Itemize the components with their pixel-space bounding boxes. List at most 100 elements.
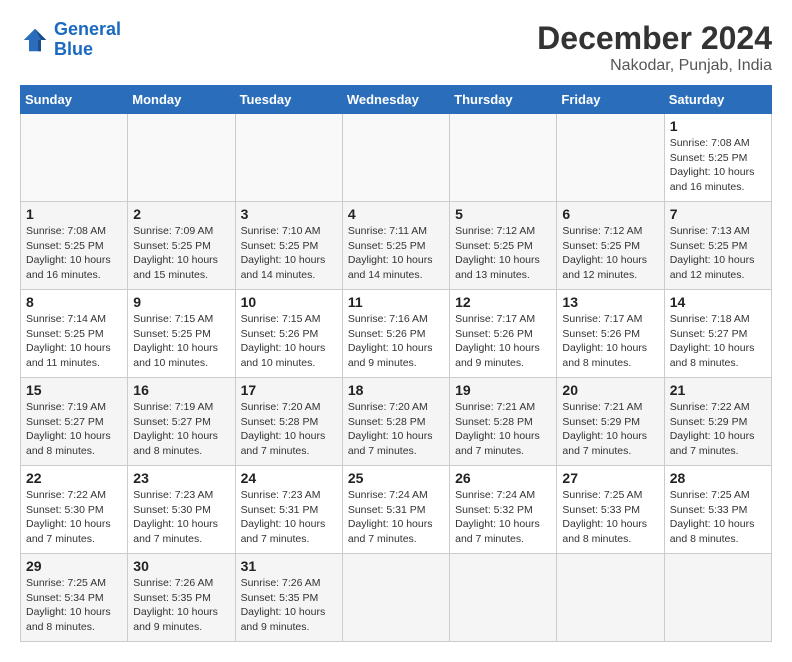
table-row [450, 114, 557, 202]
day-number: 9 [133, 294, 229, 310]
table-row [450, 554, 557, 642]
daylight-text: Daylight: 10 hours and 8 minutes. [26, 429, 122, 458]
sunset-text: Sunset: 5:26 PM [241, 327, 337, 342]
sunrise-text: Sunrise: 7:13 AM [670, 224, 766, 239]
sunset-text: Sunset: 5:25 PM [562, 239, 658, 254]
sunset-text: Sunset: 5:27 PM [26, 415, 122, 430]
day-number: 28 [670, 470, 766, 486]
table-row: 6 Sunrise: 7:12 AM Sunset: 5:25 PM Dayli… [557, 202, 664, 290]
day-info: Sunrise: 7:12 AM Sunset: 5:25 PM Dayligh… [562, 224, 658, 283]
day-info: Sunrise: 7:24 AM Sunset: 5:32 PM Dayligh… [455, 488, 551, 547]
col-monday: Monday [128, 86, 235, 114]
table-row: 2 Sunrise: 7:09 AM Sunset: 5:25 PM Dayli… [128, 202, 235, 290]
table-row: 31 Sunrise: 7:26 AM Sunset: 5:35 PM Dayl… [235, 554, 342, 642]
calendar-week-row: 22 Sunrise: 7:22 AM Sunset: 5:30 PM Dayl… [21, 466, 772, 554]
day-number: 22 [26, 470, 122, 486]
col-tuesday: Tuesday [235, 86, 342, 114]
table-row: 7 Sunrise: 7:13 AM Sunset: 5:25 PM Dayli… [664, 202, 771, 290]
day-number: 19 [455, 382, 551, 398]
table-row: 4 Sunrise: 7:11 AM Sunset: 5:25 PM Dayli… [342, 202, 449, 290]
table-row: 24 Sunrise: 7:23 AM Sunset: 5:31 PM Dayl… [235, 466, 342, 554]
table-row: 23 Sunrise: 7:23 AM Sunset: 5:30 PM Dayl… [128, 466, 235, 554]
sunrise-text: Sunrise: 7:26 AM [241, 576, 337, 591]
day-info: Sunrise: 7:22 AM Sunset: 5:30 PM Dayligh… [26, 488, 122, 547]
table-row: 9 Sunrise: 7:15 AM Sunset: 5:25 PM Dayli… [128, 290, 235, 378]
sunset-text: Sunset: 5:30 PM [26, 503, 122, 518]
day-info: Sunrise: 7:25 AM Sunset: 5:33 PM Dayligh… [670, 488, 766, 547]
sunset-text: Sunset: 5:25 PM [133, 327, 229, 342]
sunset-text: Sunset: 5:28 PM [348, 415, 444, 430]
sunrise-text: Sunrise: 7:17 AM [562, 312, 658, 327]
daylight-text: Daylight: 10 hours and 8 minutes. [670, 517, 766, 546]
daylight-text: Daylight: 10 hours and 15 minutes. [133, 253, 229, 282]
calendar-header-row: Sunday Monday Tuesday Wednesday Thursday… [21, 86, 772, 114]
day-number: 2 [133, 206, 229, 222]
title-block: December 2024 Nakodar, Punjab, India [537, 20, 772, 75]
day-number: 17 [241, 382, 337, 398]
day-info: Sunrise: 7:09 AM Sunset: 5:25 PM Dayligh… [133, 224, 229, 283]
day-info: Sunrise: 7:20 AM Sunset: 5:28 PM Dayligh… [241, 400, 337, 459]
table-row: 19 Sunrise: 7:21 AM Sunset: 5:28 PM Dayl… [450, 378, 557, 466]
sunset-text: Sunset: 5:25 PM [133, 239, 229, 254]
sunset-text: Sunset: 5:25 PM [670, 239, 766, 254]
table-row: 12 Sunrise: 7:17 AM Sunset: 5:26 PM Dayl… [450, 290, 557, 378]
sunrise-text: Sunrise: 7:24 AM [455, 488, 551, 503]
sunrise-text: Sunrise: 7:25 AM [670, 488, 766, 503]
sunrise-text: Sunrise: 7:16 AM [348, 312, 444, 327]
sunset-text: Sunset: 5:25 PM [241, 239, 337, 254]
day-number: 13 [562, 294, 658, 310]
sunrise-text: Sunrise: 7:25 AM [26, 576, 122, 591]
daylight-text: Daylight: 10 hours and 14 minutes. [348, 253, 444, 282]
sunrise-text: Sunrise: 7:15 AM [241, 312, 337, 327]
location: Nakodar, Punjab, India [537, 57, 772, 75]
logo-text: General Blue [54, 20, 121, 60]
day-number: 6 [562, 206, 658, 222]
table-row: 30 Sunrise: 7:26 AM Sunset: 5:35 PM Dayl… [128, 554, 235, 642]
daylight-text: Daylight: 10 hours and 7 minutes. [670, 429, 766, 458]
day-info: Sunrise: 7:14 AM Sunset: 5:25 PM Dayligh… [26, 312, 122, 371]
sunrise-text: Sunrise: 7:26 AM [133, 576, 229, 591]
day-number: 16 [133, 382, 229, 398]
daylight-text: Daylight: 10 hours and 10 minutes. [241, 341, 337, 370]
daylight-text: Daylight: 10 hours and 13 minutes. [455, 253, 551, 282]
col-wednesday: Wednesday [342, 86, 449, 114]
sunset-text: Sunset: 5:29 PM [562, 415, 658, 430]
sunset-text: Sunset: 5:25 PM [348, 239, 444, 254]
daylight-text: Daylight: 10 hours and 9 minutes. [348, 341, 444, 370]
table-row: 18 Sunrise: 7:20 AM Sunset: 5:28 PM Dayl… [342, 378, 449, 466]
day-number: 14 [670, 294, 766, 310]
day-number: 12 [455, 294, 551, 310]
daylight-text: Daylight: 10 hours and 7 minutes. [455, 517, 551, 546]
sunrise-text: Sunrise: 7:09 AM [133, 224, 229, 239]
calendar-week-row: 1 Sunrise: 7:08 AM Sunset: 5:25 PM Dayli… [21, 202, 772, 290]
logo-icon [20, 25, 50, 55]
daylight-text: Daylight: 10 hours and 7 minutes. [348, 517, 444, 546]
day-number: 24 [241, 470, 337, 486]
daylight-text: Daylight: 10 hours and 7 minutes. [455, 429, 551, 458]
sunset-text: Sunset: 5:29 PM [670, 415, 766, 430]
day-info: Sunrise: 7:15 AM Sunset: 5:25 PM Dayligh… [133, 312, 229, 371]
day-number: 26 [455, 470, 551, 486]
sunrise-text: Sunrise: 7:12 AM [562, 224, 658, 239]
day-info: Sunrise: 7:24 AM Sunset: 5:31 PM Dayligh… [348, 488, 444, 547]
table-row [342, 554, 449, 642]
daylight-text: Daylight: 10 hours and 11 minutes. [26, 341, 122, 370]
table-row [21, 114, 128, 202]
daylight-text: Daylight: 10 hours and 7 minutes. [241, 429, 337, 458]
table-row [664, 554, 771, 642]
table-row: 13 Sunrise: 7:17 AM Sunset: 5:26 PM Dayl… [557, 290, 664, 378]
day-number: 11 [348, 294, 444, 310]
sunrise-text: Sunrise: 7:14 AM [26, 312, 122, 327]
daylight-text: Daylight: 10 hours and 9 minutes. [455, 341, 551, 370]
day-info: Sunrise: 7:17 AM Sunset: 5:26 PM Dayligh… [455, 312, 551, 371]
sunset-text: Sunset: 5:25 PM [26, 327, 122, 342]
day-number: 1 [26, 206, 122, 222]
sunset-text: Sunset: 5:25 PM [455, 239, 551, 254]
table-row: 22 Sunrise: 7:22 AM Sunset: 5:30 PM Dayl… [21, 466, 128, 554]
day-info: Sunrise: 7:25 AM Sunset: 5:33 PM Dayligh… [562, 488, 658, 547]
sunrise-text: Sunrise: 7:08 AM [670, 136, 766, 151]
sunset-text: Sunset: 5:31 PM [241, 503, 337, 518]
table-row: 1 Sunrise: 7:08 AM Sunset: 5:25 PM Dayli… [21, 202, 128, 290]
table-row: 20 Sunrise: 7:21 AM Sunset: 5:29 PM Dayl… [557, 378, 664, 466]
table-row: 27 Sunrise: 7:25 AM Sunset: 5:33 PM Dayl… [557, 466, 664, 554]
